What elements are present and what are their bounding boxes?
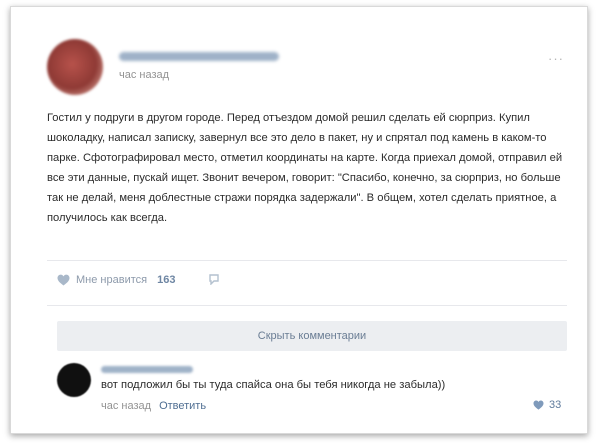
like-count: 163: [157, 274, 176, 286]
post-timestamp[interactable]: час назад: [119, 69, 169, 81]
post-card: час назад ··· Гостил у подруги в другом …: [10, 6, 588, 434]
post-text: Гостил у подруги в другом городе. Перед …: [47, 112, 563, 224]
author-avatar[interactable]: [47, 39, 103, 95]
heart-icon: [533, 400, 544, 410]
commenter-name-blurred[interactable]: [101, 366, 193, 373]
more-options-icon[interactable]: ···: [548, 51, 564, 66]
comment-like-count: 33: [549, 399, 562, 411]
commenter-avatar[interactable]: [57, 363, 91, 397]
like-button[interactable]: Мне нравится 163: [57, 272, 175, 288]
divider: [47, 260, 567, 261]
divider: [47, 305, 567, 306]
share-icon[interactable]: [209, 274, 221, 285]
heart-icon: [57, 274, 70, 286]
like-label: Мне нравится: [76, 274, 148, 286]
hide-comments-button[interactable]: Скрыть комментарии: [57, 321, 567, 351]
reply-button[interactable]: Ответить: [159, 400, 206, 412]
comment-text: вот подложил бы ты туда спайса она бы те…: [101, 379, 446, 391]
comment-timestamp[interactable]: час назад: [101, 400, 151, 412]
comment-meta: час назад Ответить: [101, 400, 206, 412]
comment-like-button[interactable]: 33: [533, 399, 561, 411]
author-name-blurred[interactable]: [119, 52, 279, 61]
